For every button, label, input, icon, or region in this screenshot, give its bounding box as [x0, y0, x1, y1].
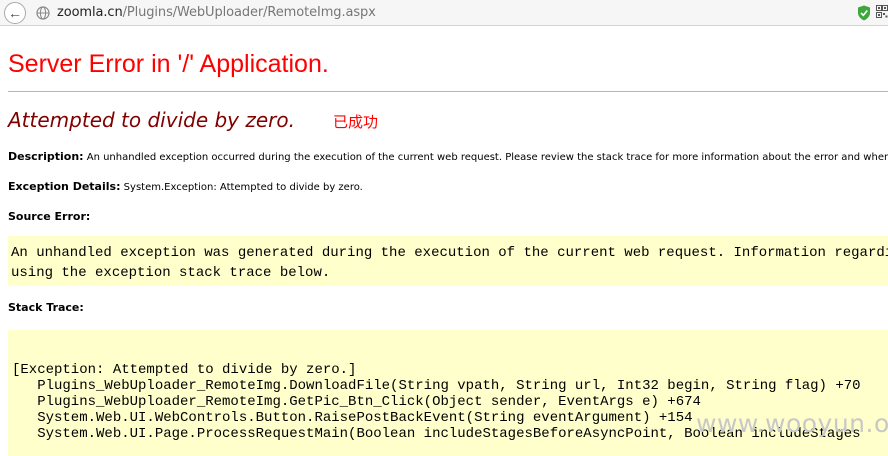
stack-line: Plugins_WebUploader_RemoteImg.DownloadFi… — [12, 378, 861, 394]
error-message: Attempted to divide by zero. — [8, 108, 295, 132]
url-host: zoomla.cn — [57, 5, 123, 20]
exception-details-text: System.Exception: Attempted to divide by… — [123, 182, 363, 193]
url-field[interactable]: zoomla.cn/Plugins/WebUploader/RemoteImg.… — [57, 5, 376, 20]
description-label: Description: — [8, 150, 84, 163]
source-line: An unhandled exception was generated dur… — [11, 245, 888, 261]
qr-code-icon[interactable] — [876, 5, 888, 19]
back-arrow-icon[interactable]: ← — [4, 2, 26, 24]
url-path: /Plugins/WebUploader/RemoteImg.aspx — [122, 5, 376, 20]
exception-details-label: Exception Details: — [8, 180, 121, 193]
source-error-heading: Source Error: — [8, 210, 91, 223]
exception-details-line: Exception Details: System.Exception: Att… — [8, 180, 363, 193]
divider — [8, 91, 888, 92]
error-page: Server Error in '/' Application. Attempt… — [0, 26, 888, 456]
source-line: using the exception stack trace below. — [11, 265, 331, 281]
stack-line: Plugins_WebUploader_RemoteImg.GetPic_Btn… — [12, 394, 701, 410]
success-note: 已成功 — [333, 113, 379, 131]
description-text: An unhandled exception occurred during t… — [86, 152, 888, 163]
watermark: www.wooyun.org — [696, 409, 888, 438]
address-bar: ← zoomla.cn/Plugins/WebUploader/RemoteIm… — [0, 0, 888, 26]
stack-trace-heading: Stack Trace: — [8, 301, 84, 314]
stack-line: [Exception: Attempted to divide by zero.… — [12, 362, 357, 378]
source-error-box: An unhandled exception was generated dur… — [8, 236, 888, 286]
shield-check-icon[interactable] — [857, 5, 871, 21]
description-line: Description: An unhandled exception occu… — [8, 150, 888, 163]
globe-icon — [36, 6, 50, 20]
page-title: Server Error in '/' Application. — [8, 50, 329, 78]
